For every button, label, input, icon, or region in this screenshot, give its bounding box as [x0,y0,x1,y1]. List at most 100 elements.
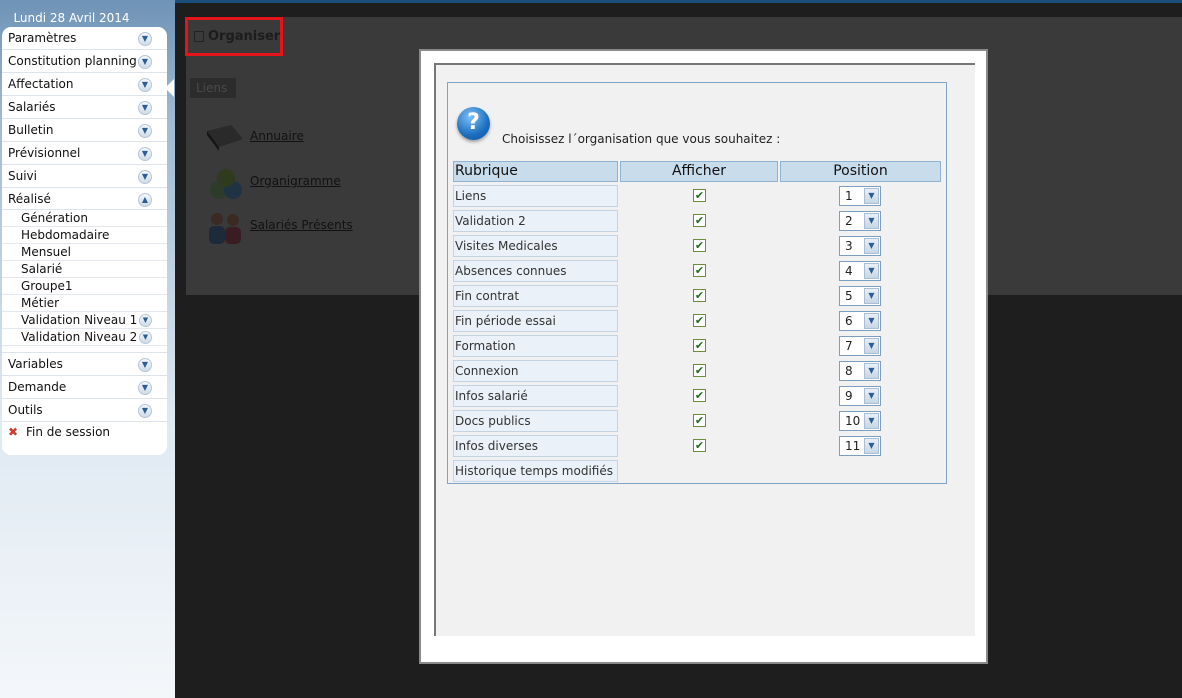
afficher-checkbox[interactable]: ✔ [693,414,706,427]
chevron-down-icon[interactable]: ▼ [138,55,152,69]
rubrique-cell: Formation [453,335,618,357]
menu-item-parametres[interactable]: Paramètres ▼ [2,27,167,50]
chevron-down-icon[interactable]: ▼ [864,288,879,304]
chevron-down-icon[interactable]: ▼ [138,381,152,395]
menu-item-realise[interactable]: Réalisé ▲ [2,188,167,210]
menu-item-bulletin[interactable]: Bulletin ▼ [2,119,167,142]
chevron-up-icon[interactable]: ▲ [138,193,152,207]
submenu-item-metier[interactable]: Métier [2,295,167,312]
link-annuaire[interactable]: Annuaire [205,117,405,155]
chevron-down-icon[interactable]: ▼ [864,363,879,379]
afficher-checkbox[interactable]: ✔ [693,389,706,402]
logout-link[interactable]: ✖ Fin de session [2,422,167,442]
menu-item-label: Affectation [8,77,74,91]
menu-item-variables[interactable]: Variables ▼ [2,353,167,376]
main-menu: Paramètres ▼ Constitution planning ▼ Affecta… [2,27,167,455]
chevron-down-icon[interactable]: ▼ [138,147,152,161]
rubrique-cell: Liens [453,185,618,207]
chevron-down-icon[interactable]: ▼ [864,338,879,354]
submenu-item-validation-niveau-1[interactable]: Validation Niveau 1 ▼ [2,312,167,329]
chevron-down-icon[interactable]: ▼ [138,78,152,92]
link-label[interactable]: Salariés Présents [250,218,353,232]
link-organigramme[interactable]: Organigramme [205,162,405,200]
rubrique-cell: Fin contrat [453,285,618,307]
chevron-down-icon[interactable]: ▼ [138,170,152,184]
afficher-checkbox[interactable]: ✔ [693,339,706,352]
chevron-down-icon[interactable]: ▼ [138,32,152,46]
tab-liens[interactable]: Liens [190,78,236,98]
link-label[interactable]: Organigramme [250,174,341,188]
submenu-item-hebdomadaire[interactable]: Hebdomadaire [2,227,167,244]
chevron-down-icon[interactable]: ▼ [864,238,879,254]
chevron-down-icon[interactable]: ▼ [139,331,152,344]
submenu-item-mensuel[interactable]: Mensuel [2,244,167,261]
table-row: Liens ✔ 1 ▼ [453,185,943,209]
position-value: 3 [845,239,853,253]
tab-organiser-label: Organiser [208,29,281,44]
position-value: 8 [845,364,853,378]
table-row: Docs publics ✔ 10 ▼ [453,410,943,434]
menu-item-constitution-planning[interactable]: Constitution planning ▼ [2,50,167,73]
afficher-checkbox[interactable]: ✔ [693,289,706,302]
menu-item-label: Constitution planning [8,54,137,68]
position-select[interactable]: 10 ▼ [839,411,881,431]
tab-organiser[interactable]: Organiser [185,17,283,56]
submenu-item-groupe1[interactable]: Groupe1 [2,278,167,295]
position-select[interactable]: 9 ▼ [839,386,881,406]
position-select[interactable]: 1 ▼ [839,186,881,206]
submenu-item-label: Groupe1 [21,279,73,293]
menu-item-demande[interactable]: Demande ▼ [2,376,167,399]
position-select[interactable]: 3 ▼ [839,236,881,256]
rubrique-cell: Infos salarié [453,385,618,407]
chevron-down-icon[interactable]: ▼ [864,313,879,329]
menu-item-outils[interactable]: Outils ▼ [2,399,167,422]
submenu-item-salarie[interactable]: Salarié [2,261,167,278]
submenu-item-label: Salarié [21,262,63,276]
afficher-checkbox[interactable]: ✔ [693,239,706,252]
menu-item-affectation[interactable]: Affectation ▼ [2,73,167,96]
column-header-afficher: Afficher [620,161,778,182]
chevron-down-icon[interactable]: ▼ [864,388,879,404]
rubrique-cell: Absences connues [453,260,618,282]
position-select[interactable]: 5 ▼ [839,286,881,306]
position-select[interactable]: 4 ▼ [839,261,881,281]
chevron-down-icon[interactable]: ▼ [138,358,152,372]
collapse-sidebar-arrow-icon[interactable] [165,79,174,97]
link-salaries-presents[interactable]: Salariés Présents [205,206,405,244]
table-row: Fin période essai ✔ 6 ▼ [453,310,943,334]
chevron-down-icon[interactable]: ▼ [139,314,152,327]
submenu-item-validation-niveau-2[interactable]: Validation Niveau 2 ▼ [2,329,167,346]
table-row: Historique temps modifiés [453,460,943,484]
submenu-item-label: Validation Niveau 1 [21,313,138,327]
submenu-item-generation[interactable]: Génération [2,210,167,227]
menu-item-suivi[interactable]: Suivi ▼ [2,165,167,188]
chevron-down-icon[interactable]: ▼ [864,263,879,279]
chevron-down-icon[interactable]: ▼ [864,413,879,429]
afficher-checkbox[interactable]: ✔ [693,214,706,227]
afficher-checkbox[interactable]: ✔ [693,314,706,327]
chevron-down-icon[interactable]: ▼ [864,213,879,229]
chevron-down-icon[interactable]: ▼ [864,438,879,454]
afficher-checkbox[interactable]: ✔ [693,364,706,377]
close-icon: ✖ [8,425,19,439]
position-select[interactable]: 2 ▼ [839,211,881,231]
menu-item-salaries[interactable]: Salariés ▼ [2,96,167,119]
chevron-down-icon[interactable]: ▼ [138,101,152,115]
position-value: 4 [845,264,853,278]
chevron-down-icon[interactable]: ▼ [138,404,152,418]
position-select[interactable]: 6 ▼ [839,311,881,331]
menu-item-label: Réalisé [8,192,51,206]
afficher-checkbox[interactable]: ✔ [693,189,706,202]
position-select[interactable]: 7 ▼ [839,336,881,356]
link-label[interactable]: Annuaire [250,129,304,143]
position-select[interactable]: 8 ▼ [839,361,881,381]
position-select[interactable]: 11 ▼ [839,436,881,456]
menu-item-previsionnel[interactable]: Prévisionnel ▼ [2,142,167,165]
chevron-down-icon[interactable]: ▼ [138,124,152,138]
afficher-checkbox[interactable]: ✔ [693,439,706,452]
afficher-checkbox[interactable]: ✔ [693,264,706,277]
dialog-prompt: Choisissez l´organisation que vous souha… [502,132,781,146]
position-value: 6 [845,314,853,328]
position-value: 11 [845,439,861,453]
chevron-down-icon[interactable]: ▼ [864,188,879,204]
